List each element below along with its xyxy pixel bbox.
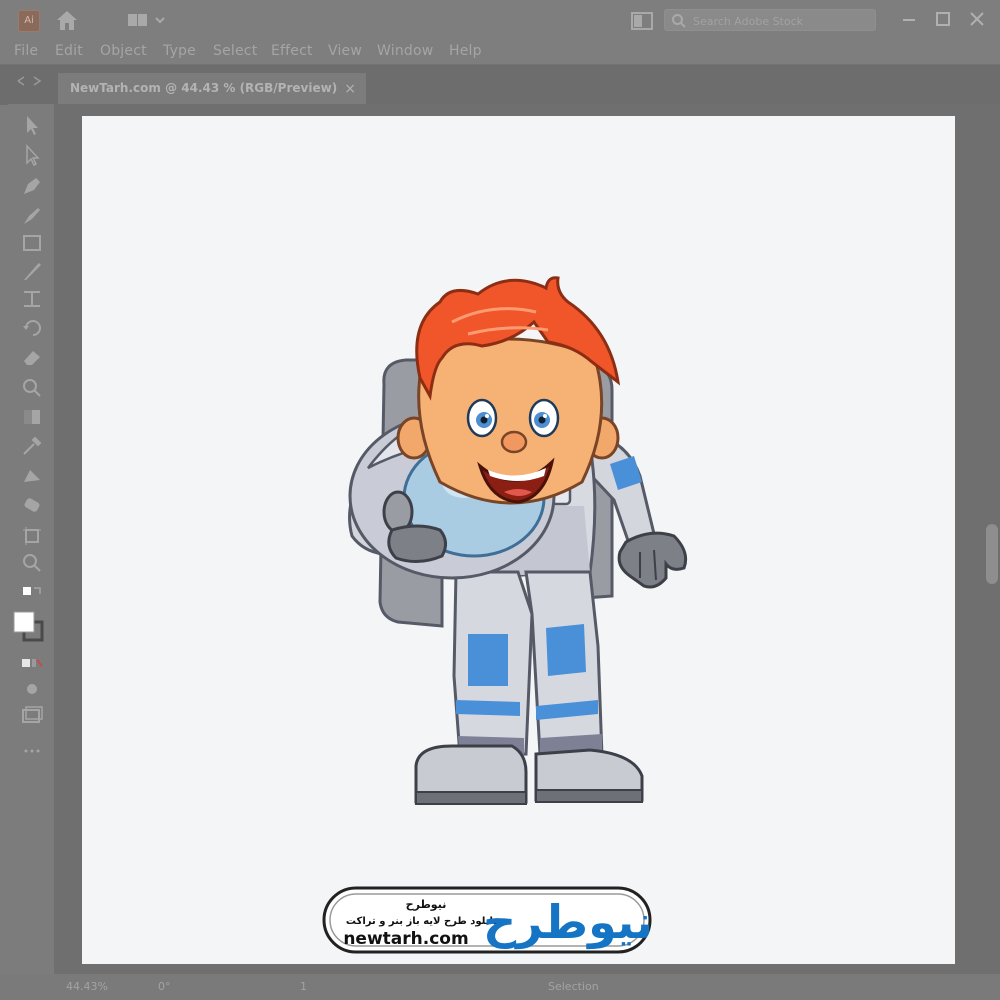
edit-toolbar-icon[interactable] <box>20 740 44 762</box>
status-mode[interactable]: Selection <box>548 980 599 993</box>
close-icon[interactable] <box>964 6 990 32</box>
search-input[interactable] <box>691 12 875 30</box>
artboard-tool-icon[interactable] <box>20 524 44 546</box>
close-tab-icon[interactable]: × <box>344 81 356 97</box>
document-tab[interactable]: NewTarh.com @ 44.43 % (RGB/Preview) × <box>58 73 366 105</box>
screen-mode-icon[interactable] <box>20 704 44 726</box>
menu-bar: File Edit Object Type Select Effect View… <box>0 40 1000 64</box>
menu-edit[interactable]: Edit <box>55 43 83 59</box>
menu-object[interactable]: Object <box>100 43 147 59</box>
status-bar: 44.43% 0° 1 Selection <box>0 974 1000 1000</box>
direct-selection-tool-icon[interactable] <box>20 144 44 166</box>
tools-panel <box>8 104 54 974</box>
default-fill-stroke-icon[interactable] <box>20 584 44 606</box>
rotate-tool-icon[interactable] <box>20 316 44 338</box>
zoom-tool-icon[interactable] <box>20 552 44 574</box>
vertical-scrollbar[interactable] <box>986 524 998 584</box>
artboard[interactable]: نیوطرح دانلود طرح لایه باز بنر و تراکت n… <box>82 116 955 964</box>
rotation-value[interactable]: 0° <box>158 980 171 993</box>
pen-tool-icon[interactable] <box>20 174 44 196</box>
minimize-icon[interactable] <box>896 6 922 32</box>
selection-tool-icon[interactable] <box>20 114 44 136</box>
rectangle-tool-icon[interactable] <box>20 232 44 254</box>
document-tab-title: NewTarh.com @ 44.43 % (RGB/Preview) <box>70 81 338 95</box>
app-logo: Ai <box>18 10 40 32</box>
watermark-site-name: نیوطرح <box>406 898 447 911</box>
menu-effect[interactable]: Effect <box>271 43 313 59</box>
workspace-switcher-icon[interactable] <box>126 11 168 29</box>
canvas-area[interactable]: نیوطرح دانلود طرح لایه باز بنر و تراکت n… <box>54 104 1000 974</box>
paintbrush-tool-icon[interactable] <box>20 260 44 282</box>
shape-builder-tool-icon[interactable] <box>20 376 44 398</box>
title-bar: Ai <box>0 0 1000 40</box>
watermark-tagline: دانلود طرح لایه باز بنر و تراکت <box>346 916 498 927</box>
watermark-url: newtarh.com <box>343 929 468 949</box>
menu-view[interactable]: View <box>328 43 362 59</box>
arrange-documents-icon[interactable] <box>630 11 654 31</box>
search-icon <box>672 14 686 28</box>
zoom-level[interactable]: 44.43% <box>66 980 108 993</box>
blend-tool-icon[interactable] <box>20 464 44 486</box>
draw-mode-icon[interactable] <box>20 678 44 700</box>
eyedropper-tool-icon[interactable] <box>20 434 44 456</box>
gradient-tool-icon[interactable] <box>20 406 44 428</box>
color-mode-icon[interactable] <box>20 652 44 674</box>
newtarh-watermark: نیوطرح دانلود طرح لایه باز بنر و تراکت n… <box>322 886 652 954</box>
watermark-logo: نیوطرح <box>483 895 652 949</box>
menu-file[interactable]: File <box>14 43 38 59</box>
curvature-tool-icon[interactable] <box>20 204 44 226</box>
astronaut-boy-illustration[interactable] <box>322 206 722 816</box>
menu-window[interactable]: Window <box>377 43 433 59</box>
fill-stroke-swatch-icon[interactable] <box>12 610 46 644</box>
eraser-tool-icon[interactable] <box>20 346 44 368</box>
width-tool-icon[interactable] <box>20 288 44 310</box>
artboard-number[interactable]: 1 <box>300 980 307 993</box>
search-field[interactable] <box>664 9 876 31</box>
home-icon[interactable] <box>54 8 80 32</box>
menu-help[interactable]: Help <box>449 43 482 59</box>
menu-type[interactable]: Type <box>163 43 196 59</box>
panel-collapse-icon[interactable] <box>14 75 44 87</box>
maximize-icon[interactable] <box>930 6 956 32</box>
document-tab-bar: NewTarh.com @ 44.43 % (RGB/Preview) × <box>0 64 1000 105</box>
symbol-sprayer-tool-icon[interactable] <box>20 494 44 516</box>
menu-select[interactable]: Select <box>213 43 257 59</box>
